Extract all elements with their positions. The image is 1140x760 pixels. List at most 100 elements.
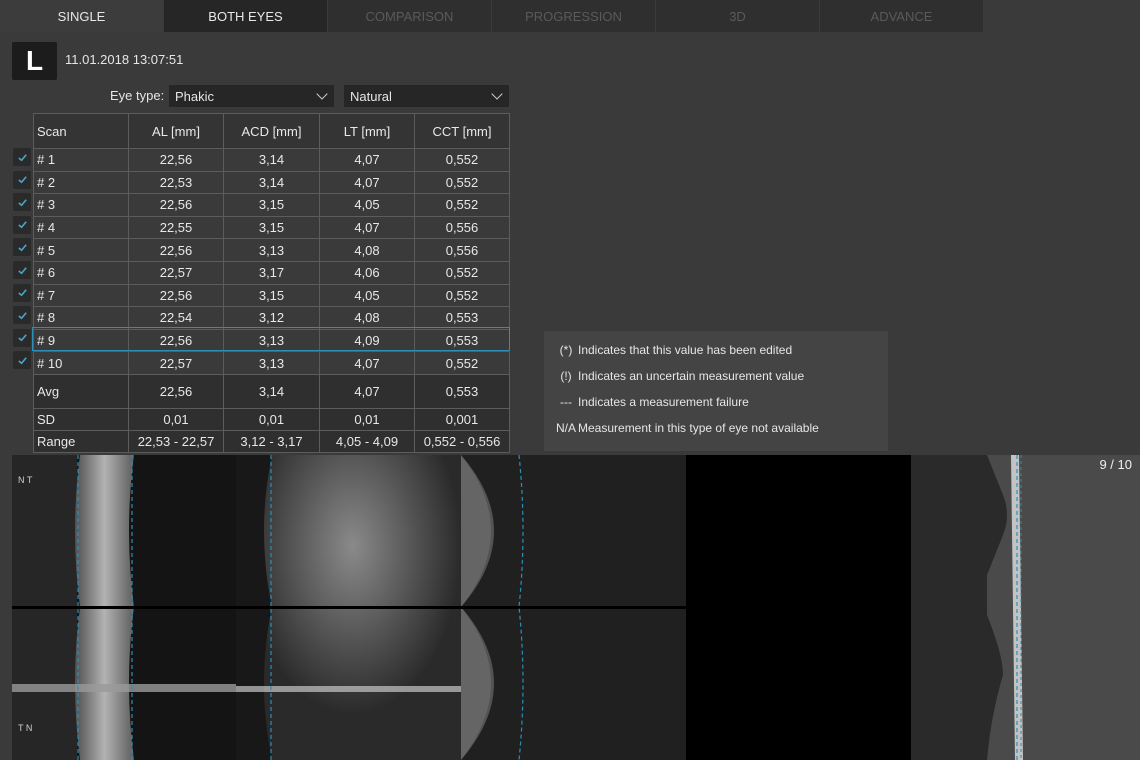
table-cell: 4,05 (319, 283, 415, 308)
table-cell: 3,12 (223, 306, 320, 330)
table-header-row: Scan AL [mm] ACD [mm] LT [mm] CCT [mm] (33, 113, 510, 149)
table-cell: 0,552 - 0,556 (414, 429, 510, 453)
orientation-label-bottom: T N (18, 723, 33, 733)
table-cell: 0,552 (414, 283, 510, 308)
table-row[interactable]: # 8 22,54 3,12 4,08 0,553 (33, 306, 510, 330)
legend-text: Measurement in this type of eye not avai… (578, 421, 819, 435)
table-row[interactable]: # 2 22,53 3,14 4,07 0,552 (33, 170, 510, 195)
table-cell: Avg (33, 373, 129, 409)
column-header-acd[interactable]: ACD [mm] (223, 113, 320, 149)
legend-text: Indicates that this value has been edite… (578, 343, 793, 357)
oct-scan-cornea-graphic (12, 455, 236, 760)
table-row[interactable]: # 6 22,57 3,17 4,06 0,552 (33, 260, 510, 285)
scan-checkbox[interactable] (13, 306, 31, 325)
table-cell: 22,53 - 22,57 (128, 429, 224, 453)
table-row[interactable]: # 4 22,55 3,15 4,07 0,556 (33, 215, 510, 240)
scan-checkbox[interactable] (13, 148, 31, 166)
checkmark-icon (17, 244, 27, 252)
table-cell: 3,14 (223, 148, 320, 172)
tab-3d[interactable]: 3D (656, 0, 819, 32)
oct-image-cornea[interactable]: N T T N (12, 455, 236, 760)
column-header-scan[interactable]: Scan (33, 113, 129, 149)
eye-type-value: Phakic (175, 88, 215, 104)
table-cell: 0,552 (414, 351, 510, 375)
table-cell: 0,01 (319, 407, 415, 431)
table-cell: 3,12 - 3,17 (223, 429, 320, 453)
table-cell: 3,13 (223, 238, 320, 262)
table-cell: 0,552 (414, 193, 510, 217)
scan-checkbox[interactable] (13, 215, 31, 234)
table-row[interactable]: # 10 22,57 3,13 4,07 0,552 (33, 351, 510, 375)
eye-side-badge: L (12, 42, 57, 80)
table-row[interactable]: # 3 22,56 3,15 4,05 0,552 (33, 193, 510, 217)
lens-type-select[interactable]: Natural (344, 85, 509, 107)
table-cell: 0,01 (223, 407, 320, 431)
tab-advance[interactable]: ADVANCE (820, 0, 983, 32)
checkmark-icon (17, 289, 27, 297)
table-cell: 4,08 (319, 238, 415, 262)
orientation-label-top: N T (18, 475, 33, 485)
checkmark-icon (17, 153, 27, 161)
oct-image-retina[interactable]: 9 / 10 (911, 455, 1140, 760)
scan-checkbox[interactable] (13, 328, 31, 347)
table-row[interactable]: # 1 22,56 3,14 4,07 0,552 (33, 148, 510, 172)
chevron-down-icon (316, 88, 328, 100)
oct-image-posterior-lens[interactable] (461, 455, 686, 760)
table-cell: 4,05 - 4,09 (319, 429, 415, 453)
tab-comparison[interactable]: COMPARISON (328, 0, 491, 32)
table-row[interactable]: # 9 22,56 3,13 4,09 0,553 (33, 328, 510, 353)
legend-text: Indicates a measurement failure (578, 395, 749, 409)
table-cell: SD (33, 407, 129, 431)
column-header-al[interactable]: AL [mm] (128, 113, 224, 149)
table-cell: Range (33, 429, 129, 453)
table-cell: 3,13 (223, 351, 320, 375)
table-cell: # 3 (33, 193, 129, 217)
table-cell: # 9 (33, 328, 129, 353)
table-cell: # 7 (33, 283, 129, 308)
eye-type-select[interactable]: Phakic (169, 85, 334, 107)
table-cell: # 5 (33, 238, 129, 262)
table-cell: 0,556 (414, 238, 510, 262)
table-row[interactable]: # 7 22,56 3,15 4,05 0,552 (33, 283, 510, 308)
legend-text: Indicates an uncertain measurement value (578, 369, 805, 383)
checkmark-icon (17, 334, 27, 342)
range-row: Range 22,53 - 22,57 3,12 - 3,17 4,05 - 4… (33, 429, 510, 453)
chevron-down-icon (491, 88, 503, 100)
scan-checkbox[interactable] (13, 170, 31, 189)
oct-image-strip: N T T N 9 / 10 (0, 455, 1140, 760)
table-cell: 0,553 (414, 306, 510, 330)
table-cell: 4,07 (319, 215, 415, 240)
checkmark-icon (17, 266, 27, 274)
table-cell: 22,56 (128, 283, 224, 308)
legend-item: --- Indicates a measurement failure (554, 395, 888, 421)
lens-type-value: Natural (350, 88, 392, 104)
table-cell: 0,556 (414, 215, 510, 240)
scan-checkbox[interactable] (13, 238, 31, 257)
table-cell: 0,552 (414, 148, 510, 172)
table-cell: 4,07 (319, 373, 415, 409)
table-cell: 3,17 (223, 260, 320, 285)
scan-checkbox[interactable] (13, 351, 31, 370)
tab-single[interactable]: SINGLE (0, 0, 163, 32)
scan-checkbox[interactable] (13, 261, 31, 279)
tab-both-eyes[interactable]: BOTH EYES (164, 0, 327, 32)
oct-image-vitreous[interactable] (686, 455, 911, 760)
oct-scan-posterior-graphic (461, 455, 686, 760)
scan-checkbox[interactable] (13, 193, 31, 212)
column-header-cct[interactable]: CCT [mm] (414, 113, 510, 149)
table-cell: # 4 (33, 215, 129, 240)
table-cell: 4,05 (319, 193, 415, 217)
oct-image-lens[interactable] (236, 455, 461, 760)
oct-scan-lens-graphic (236, 455, 461, 760)
column-header-lt[interactable]: LT [mm] (319, 113, 415, 149)
scan-checkbox[interactable] (13, 283, 31, 302)
tab-progression[interactable]: PROGRESSION (492, 0, 655, 32)
table-cell: 3,14 (223, 373, 320, 409)
table-cell: 22,57 (128, 351, 224, 375)
table-cell: 4,06 (319, 260, 415, 285)
table-row[interactable]: # 5 22,56 3,13 4,08 0,556 (33, 238, 510, 262)
exam-datetime: 11.01.2018 13:07:51 (65, 52, 184, 67)
table-cell: 22,56 (128, 373, 224, 409)
table-cell: # 10 (33, 351, 129, 375)
table-cell: 3,15 (223, 193, 320, 217)
